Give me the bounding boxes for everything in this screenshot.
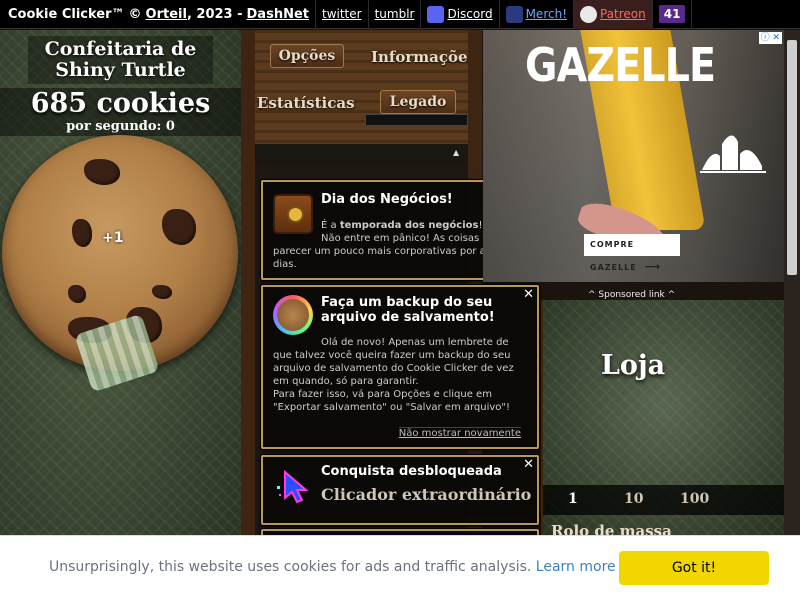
cookie-count: 685 cookies	[30, 88, 211, 119]
discord-icon	[427, 5, 445, 23]
close-icon[interactable]: ✕	[772, 33, 780, 43]
note-body: Olá de novo! Apenas um lembrete de que t…	[273, 336, 531, 414]
note-line: parecer um pouco mais corporativas por a…	[273, 246, 513, 270]
buy-amount-bar: 1 10 100	[543, 485, 784, 515]
store-panel: Loja 1 10 100 Rolo de massa	[543, 300, 784, 535]
twitter-link[interactable]: twitter	[322, 7, 362, 21]
dashnet-link[interactable]: DashNet	[247, 7, 309, 22]
note-title: Dia dos Negócios!	[321, 192, 453, 207]
menu-divider	[365, 114, 468, 126]
scroll-up-icon[interactable]: ▲	[453, 148, 459, 157]
patreon-link[interactable]: Patreon	[600, 7, 646, 21]
scrollbar[interactable]	[784, 30, 800, 535]
tumblr-link[interactable]: tumblr	[375, 7, 415, 21]
twitter-link-wrap[interactable]: twitter	[316, 0, 369, 29]
dont-show-again-link[interactable]: Não mostrar novamente	[398, 427, 521, 439]
click-popup: +1	[102, 230, 124, 246]
discord-link[interactable]: Discord	[447, 7, 492, 21]
chocolate-chip	[84, 159, 120, 185]
store-item-rolling-pin[interactable]: Rolo de massa	[551, 522, 672, 535]
ad-cta-label: COMPRE GAZELLE	[590, 240, 637, 272]
backup-reminder-note: Faça um backup do seu arquivo de salvame…	[261, 285, 539, 449]
left-panel: Confeitaria de Shiny Turtle 685 cookies …	[0, 30, 241, 600]
options-button[interactable]: Opções	[270, 44, 344, 68]
cursor-icon	[273, 466, 313, 506]
buildings-header	[255, 144, 468, 164]
game-window: Cookie Clicker™ © Orteil , 2023 - DashNe…	[0, 0, 800, 600]
discord-link-wrap[interactable]: Discord	[421, 0, 500, 29]
tumblr-link-wrap[interactable]: tumblr	[369, 0, 422, 29]
consent-text: Unsurprisingly, this website uses cookie…	[49, 559, 532, 575]
big-cookie[interactable]	[2, 135, 238, 393]
ad-headline: GAZELLE	[525, 38, 716, 92]
adidas-logo-icon	[700, 135, 766, 173]
chocolate-chip	[72, 219, 92, 247]
store-title: Loja	[600, 350, 666, 381]
buy-amount-1[interactable]: 1	[568, 491, 578, 507]
cookies-per-second: por segundo: 0	[66, 119, 175, 134]
note-text: !	[478, 220, 483, 231]
note-line: Para fazer isso, vá para Opções e clique…	[273, 389, 511, 413]
info-icon[interactable]: ⓘ	[761, 33, 770, 43]
note-bold-text: temporada dos negócios	[339, 220, 479, 231]
rainbow-cookie-icon	[273, 295, 313, 335]
merch-icon	[505, 5, 523, 23]
copyright-sign: ©	[128, 6, 142, 22]
bakery-name[interactable]: Confeitaria de Shiny Turtle	[28, 36, 213, 84]
chocolate-chip	[68, 285, 86, 303]
note-text: É a	[321, 220, 340, 231]
badge-wrap[interactable]: 41	[653, 0, 693, 29]
achievement-note: Conquista desbloqueada ✕ Clicador extrao…	[261, 455, 539, 525]
patreon-link-wrap[interactable]: Patreon	[574, 0, 653, 29]
merch-link-wrap[interactable]: Merch!	[500, 0, 574, 29]
ad-choices[interactable]: ⓘ ✕	[758, 32, 782, 44]
buy-amount-100[interactable]: 100	[680, 491, 709, 507]
top-bar: Cookie Clicker™ © Orteil , 2023 - DashNe…	[0, 0, 800, 29]
close-icon[interactable]: ✕	[523, 457, 534, 472]
chocolate-chip	[162, 209, 196, 245]
advertisement[interactable]: GAZELLE COMPRE GAZELLE ⟶ ⓘ ✕	[483, 30, 784, 282]
stats-button[interactable]: Estatísticas	[257, 94, 355, 112]
chocolate-chip	[152, 285, 172, 299]
sponsored-link[interactable]: ^ Sponsored link ^	[588, 290, 675, 300]
legacy-button[interactable]: Legado	[380, 90, 456, 114]
note-line: Olá de novo! Apenas um lembrete de	[321, 337, 509, 348]
buy-amount-10[interactable]: 10	[624, 491, 643, 507]
count-badge[interactable]: 41	[658, 5, 686, 23]
note-title: Conquista desbloqueada	[321, 464, 502, 479]
ad-cta-button[interactable]: COMPRE GAZELLE ⟶	[584, 234, 680, 273]
scrollbar-thumb[interactable]	[787, 40, 797, 275]
close-icon[interactable]: ✕	[523, 287, 534, 302]
patreon-icon	[580, 5, 597, 23]
author-link[interactable]: Orteil	[146, 7, 187, 22]
brand-title: Cookie Clicker™	[8, 6, 125, 22]
info-button[interactable]: Informações	[371, 48, 468, 66]
year-text: , 2023 -	[186, 6, 243, 22]
brand: Cookie Clicker™ © Orteil , 2023 - DashNe…	[0, 0, 316, 29]
note-title: Faça um backup do seu arquivo de salvame…	[321, 295, 495, 325]
learn-more-link[interactable]: Learn more	[536, 559, 616, 575]
merch-link[interactable]: Merch!	[526, 7, 567, 21]
got-it-button[interactable]: Got it!	[619, 551, 769, 585]
note-line: que talvez você queira fazer um backup d…	[273, 350, 514, 387]
cookie-consent-banner: Unsurprisingly, this website uses cookie…	[0, 535, 800, 600]
consent-message: Unsurprisingly, this website uses cookie…	[49, 559, 616, 575]
achievement-name: Clicador extraordinário	[321, 485, 532, 504]
arrow-right-icon: ⟶	[644, 260, 662, 273]
cookie-counter: 685 cookies por segundo: 0	[0, 88, 241, 136]
